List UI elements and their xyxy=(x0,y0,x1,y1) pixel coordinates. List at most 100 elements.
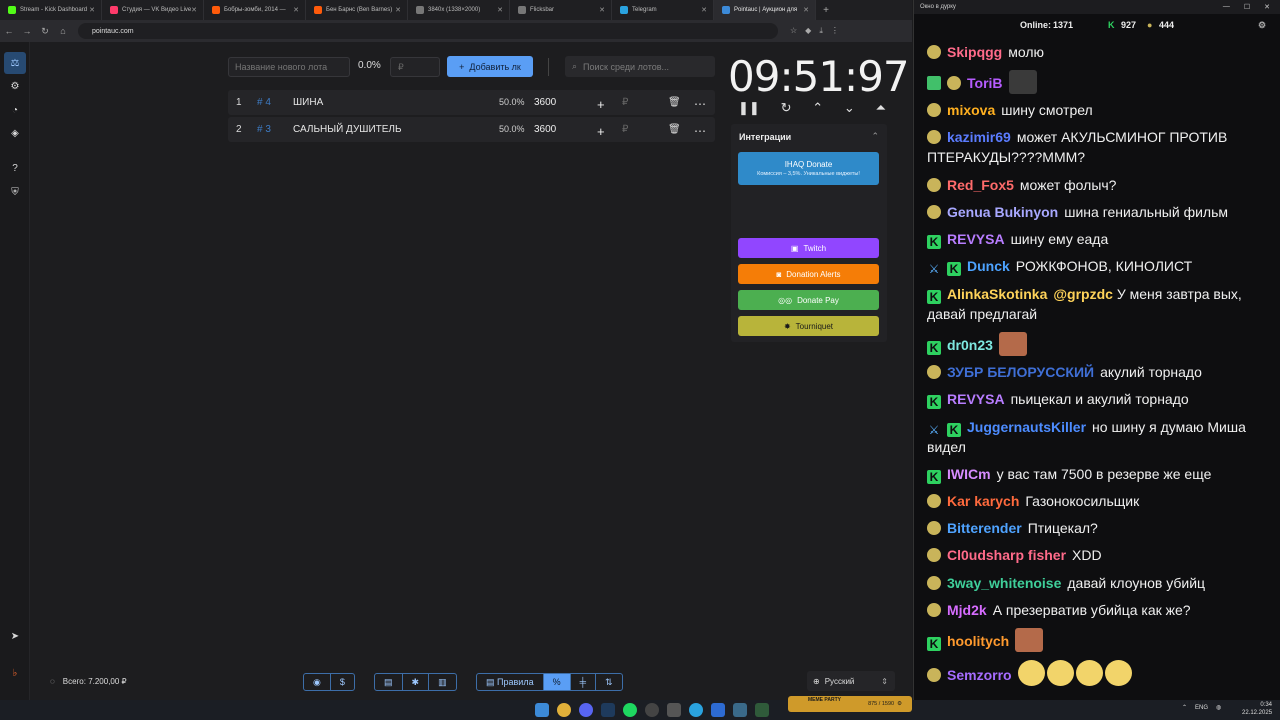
chat-username[interactable]: Cl0udsharp fisher xyxy=(947,547,1066,563)
lot-name[interactable]: ШИНА xyxy=(293,97,323,108)
reload-icon[interactable]: ↻ xyxy=(36,26,54,37)
chat-username[interactable]: Red_Fox5 xyxy=(947,177,1014,193)
chat-username[interactable]: Kar karych xyxy=(947,493,1019,509)
tab-kick-dashboard[interactable]: Stream - Kick Dashboard ✕ xyxy=(0,0,102,20)
chat-username[interactable]: JuggernautsKiller xyxy=(967,419,1086,435)
telegram-icon[interactable]: ➤ xyxy=(8,629,22,643)
url-field[interactable]: pointauc.com xyxy=(78,23,778,39)
chat-username[interactable]: ToriB xyxy=(967,75,1003,91)
chat-username[interactable]: Dunck xyxy=(967,258,1010,274)
chat-username[interactable]: hoolitych xyxy=(947,633,1009,649)
chat-username[interactable]: 3way_whitenoise xyxy=(947,575,1061,591)
dollar-icon[interactable]: $ xyxy=(331,674,354,690)
close-icon[interactable]: ✕ xyxy=(701,6,707,14)
tab-vk-studio[interactable]: Студия — VK Видео Live ✕ xyxy=(102,0,204,20)
extension-icon[interactable]: ◆ xyxy=(805,26,811,36)
chat-username[interactable]: IWICm xyxy=(947,466,991,482)
settings-icon[interactable]: ⚙ xyxy=(1258,20,1266,31)
trash-icon[interactable]: 🗑 xyxy=(668,97,681,108)
language-select[interactable]: ⊕ Русский ⇕ xyxy=(807,671,895,691)
app-icon[interactable] xyxy=(755,703,769,717)
spotify-icon[interactable] xyxy=(623,703,637,717)
app-icon[interactable] xyxy=(733,703,747,717)
maximize-icon[interactable]: ☐ xyxy=(1244,3,1250,11)
minimize-icon[interactable]: — xyxy=(1223,3,1230,11)
donate-pay-button[interactable]: ◎◎ Donate Pay xyxy=(738,290,879,310)
tab-ben-barnes[interactable]: Бен Барнс (Ben Barnes) ✕ xyxy=(306,0,408,20)
lot-currency[interactable]: ₽ xyxy=(622,97,628,108)
chat-username[interactable]: Bitterender xyxy=(947,520,1022,536)
steam-icon[interactable] xyxy=(601,703,615,717)
chat-username[interactable]: AlinkaSkotinka xyxy=(947,286,1047,302)
donation-alerts-button[interactable]: ◙ Donation Alerts xyxy=(738,264,879,284)
ihaq-donate-button[interactable]: IHAQ Donate Комиссия – 3,5%. Уникальные … xyxy=(738,152,879,185)
input-language[interactable]: ENG xyxy=(1195,705,1208,711)
delete-all-icon[interactable]: ▥ xyxy=(429,674,456,690)
chevron-up-icon[interactable]: ⌃ xyxy=(1182,704,1187,711)
trash-icon[interactable]: 🗑 xyxy=(668,124,681,135)
chat-username[interactable]: REVYSA xyxy=(947,391,1005,407)
tab-image[interactable]: 3840x (1338×2000) ✕ xyxy=(408,0,510,20)
pause-icon[interactable]: ❚❚ xyxy=(738,100,760,116)
close-icon[interactable]: ✕ xyxy=(803,6,809,14)
chat-username[interactable]: dr0n23 xyxy=(947,337,993,353)
new-tab-button[interactable]: + xyxy=(816,5,836,16)
discord-icon[interactable] xyxy=(579,703,593,717)
close-icon[interactable]: ✕ xyxy=(1264,3,1270,11)
percent-toggle[interactable]: % xyxy=(543,674,571,690)
plus-icon[interactable]: + xyxy=(597,124,605,139)
twitch-button[interactable]: ▣ Twitch xyxy=(738,238,879,258)
chat-username[interactable]: Skipqgg xyxy=(947,44,1002,60)
close-icon[interactable]: ✕ xyxy=(293,6,299,14)
forward-icon[interactable]: → xyxy=(18,26,36,36)
game-widget[interactable]: MEME PARTY 875 / 1590 ⚙ xyxy=(788,696,912,712)
close-icon[interactable]: ✕ xyxy=(191,6,197,14)
lot-currency[interactable]: ₽ xyxy=(622,124,628,135)
close-icon[interactable]: ✕ xyxy=(599,6,605,14)
lot-search-input[interactable]: ⌕ Поиск среди лотов... xyxy=(565,56,715,77)
chat-username[interactable]: kazimir69 xyxy=(947,129,1011,145)
download-icon[interactable]: ⤓ xyxy=(819,26,823,36)
chat-username[interactable]: Genua Bukinyon xyxy=(947,204,1058,220)
rules-button[interactable]: ▤ Правила xyxy=(477,674,544,690)
start-icon[interactable] xyxy=(535,703,549,717)
telegram-icon[interactable] xyxy=(689,703,703,717)
chevron-up-icon[interactable]: ⌃ xyxy=(812,100,823,116)
shield-icon[interactable]: ⛨ xyxy=(8,185,22,199)
tab-flicksbar[interactable]: Flicksbar ✕ xyxy=(510,0,612,20)
add-lot-button[interactable]: + Добавить лк xyxy=(447,56,533,77)
gear-icon[interactable]: ⚙ xyxy=(897,701,902,707)
chat-username[interactable]: ЗУБР БЕЛОРУССКИЙ xyxy=(947,364,1094,380)
tab-pointauc[interactable]: Pointauc | Аукцион для ✕ xyxy=(714,0,816,20)
collapse-icon[interactable]: ⏶ xyxy=(876,100,886,116)
reset-icon[interactable]: ↻ xyxy=(781,100,792,116)
chrome-icon[interactable] xyxy=(557,703,571,717)
more-icon[interactable]: ⋯ xyxy=(694,97,706,111)
boosty-icon[interactable]: ♭ xyxy=(8,666,22,680)
layers-icon[interactable]: ◈ xyxy=(8,126,22,140)
eye-off-icon[interactable]: ◌ xyxy=(50,677,55,686)
tourniquet-button[interactable]: ✸ Tourniquet xyxy=(738,316,879,336)
tab-bobry[interactable]: Бобры-зомби, 2014 — ✕ xyxy=(204,0,306,20)
chevron-up-icon[interactable]: ⌃ xyxy=(871,131,879,142)
lot-name[interactable]: САЛЬНЫЙ ДУШИТЕЛЬ xyxy=(293,124,402,135)
bug-icon[interactable]: ✱ xyxy=(403,674,430,690)
more-icon[interactable]: ⋯ xyxy=(694,124,706,138)
settings-icon[interactable]: ⚙ xyxy=(8,79,22,93)
auction-icon[interactable]: ⚖ xyxy=(4,52,26,74)
merge-icon[interactable]: ╪ xyxy=(571,674,596,690)
app-icon[interactable] xyxy=(667,703,681,717)
tab-telegram[interactable]: Telegram ✕ xyxy=(612,0,714,20)
menu-icon[interactable]: ⋮ xyxy=(831,26,839,36)
github-icon[interactable]: ◉ xyxy=(304,674,331,690)
chat-username[interactable]: REVYSA xyxy=(947,231,1005,247)
chat-username[interactable]: mixova xyxy=(947,102,995,118)
clock[interactable]: 0:34 22.12.2025 xyxy=(1242,701,1272,717)
obs-icon[interactable] xyxy=(645,703,659,717)
new-lot-input[interactable]: Название нового лота xyxy=(228,57,350,77)
wheel-icon[interactable]: ◔ xyxy=(8,103,22,117)
chat-username[interactable]: Semzorro xyxy=(947,667,1012,683)
chevron-down-icon[interactable]: ⌄ xyxy=(844,100,855,116)
close-icon[interactable]: ✕ xyxy=(395,6,401,14)
home-icon[interactable]: ⌂ xyxy=(54,26,72,36)
